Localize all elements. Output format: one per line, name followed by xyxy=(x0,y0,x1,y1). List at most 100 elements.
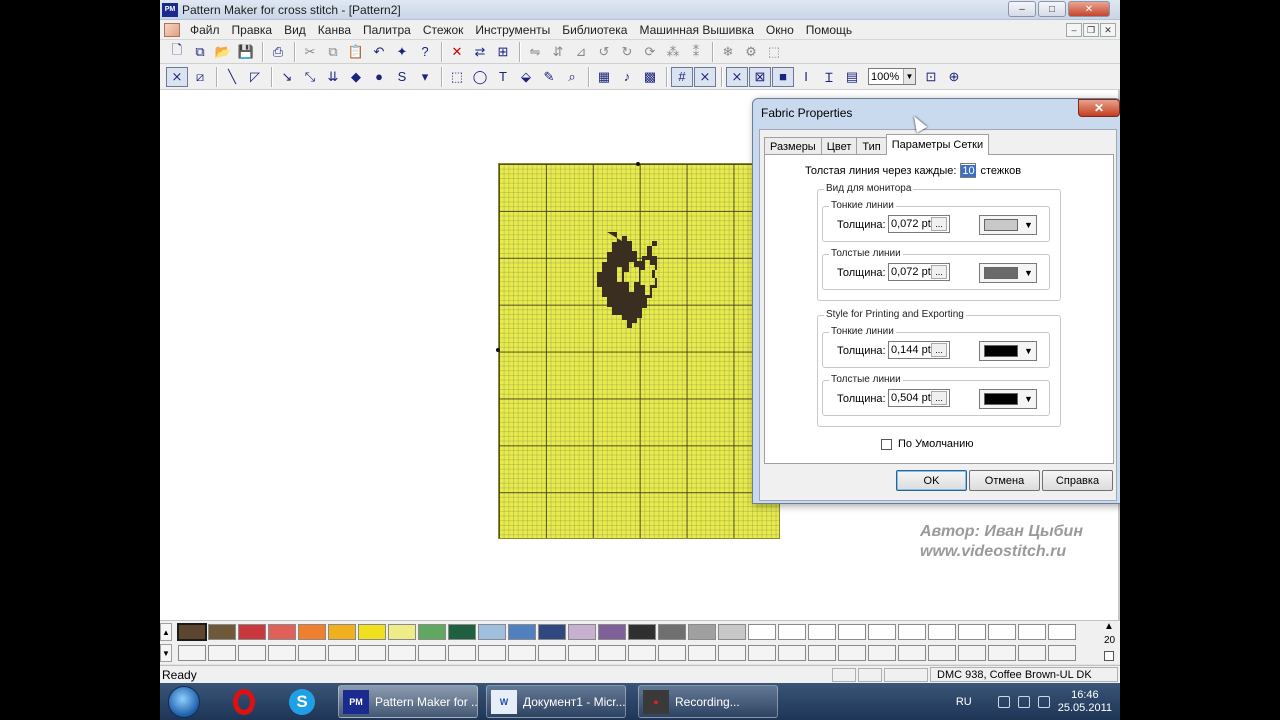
palette-swatch[interactable] xyxy=(748,624,776,640)
palette-swatch[interactable] xyxy=(1048,624,1076,640)
palette-empty-slot[interactable] xyxy=(568,645,596,661)
palette-empty-slot[interactable] xyxy=(958,645,986,661)
palette-empty-slot[interactable] xyxy=(1018,645,1046,661)
s-stitch-icon[interactable]: S xyxy=(391,67,413,87)
fabric-canvas[interactable] xyxy=(498,163,780,539)
palette-empty-slot[interactable] xyxy=(508,645,536,661)
select-rect-icon[interactable]: ⬚ xyxy=(446,67,468,87)
half-stitch-icon[interactable]: ╲ xyxy=(221,67,243,87)
monitor-thin-thickness-input[interactable]: 0,072 pt... xyxy=(888,215,950,233)
cursor-text-2-icon[interactable]: Ɪ xyxy=(818,67,840,87)
palette-swatch[interactable] xyxy=(358,624,386,640)
bead-icon[interactable]: ◆ xyxy=(345,67,367,87)
ellipsis-button[interactable]: ... xyxy=(931,217,947,231)
show-full-stitch-icon[interactable]: ⨯ xyxy=(726,66,748,87)
special-stitch-icon[interactable]: ● xyxy=(368,67,390,87)
three-quarter-stitch-icon[interactable]: ⧄ xyxy=(189,67,211,87)
palette-swatch[interactable] xyxy=(988,624,1016,640)
close-button[interactable]: ✕ xyxy=(1068,1,1110,17)
palette-empty-slot[interactable] xyxy=(928,645,956,661)
document-icon[interactable] xyxy=(164,22,180,37)
print-thick-color-picker[interactable]: ▼ xyxy=(979,389,1037,409)
resize-icon[interactable]: ⊞ xyxy=(492,42,514,62)
palette-empty-slot[interactable] xyxy=(448,645,476,661)
flip-vertical-icon[interactable]: ⇵ xyxy=(547,42,569,62)
show-color-icon[interactable]: ■ xyxy=(772,66,794,87)
monitor-thin-color-picker[interactable]: ▼ xyxy=(979,215,1037,235)
palette-empty-slot[interactable] xyxy=(718,645,746,661)
mdi-close-button[interactable]: ✕ xyxy=(1100,23,1116,37)
palette-empty-slot[interactable] xyxy=(808,645,836,661)
palette-empty-slot[interactable] xyxy=(328,645,356,661)
palette-empty-slot[interactable] xyxy=(838,645,866,661)
palette-checkbox[interactable] xyxy=(1104,651,1114,661)
fit-window-icon[interactable]: ⊡ xyxy=(920,67,942,87)
menu-fabric[interactable]: Канва xyxy=(312,23,357,37)
replace-color-icon[interactable]: ⇄ xyxy=(469,42,491,62)
palette-empty-slot[interactable] xyxy=(898,645,926,661)
palette-empty-slot[interactable] xyxy=(688,645,716,661)
palette-empty-slot[interactable] xyxy=(388,645,416,661)
palette-up-icon[interactable]: ▲ xyxy=(1104,621,1120,635)
palette-swatch[interactable] xyxy=(508,624,536,640)
paste-icon[interactable]: 📋 xyxy=(345,42,367,62)
show-symbol-icon[interactable]: ⊠ xyxy=(749,66,771,87)
cut-icon[interactable]: ✂ xyxy=(299,42,321,62)
palette-swatch[interactable] xyxy=(898,624,926,640)
palette-empty-slot[interactable] xyxy=(628,645,656,661)
menu-library[interactable]: Библиотека xyxy=(556,23,633,37)
mdi-minimize-button[interactable]: – xyxy=(1066,23,1082,37)
eyedropper-icon[interactable]: ✎ xyxy=(538,67,560,87)
minimize-button[interactable]: – xyxy=(1008,1,1036,17)
monitor-thick-color-picker[interactable]: ▼ xyxy=(979,263,1037,283)
mdi-restore-button[interactable]: ❐ xyxy=(1083,23,1099,37)
backstitch-icon[interactable]: ↘ xyxy=(276,67,298,87)
palette-empty-slot[interactable] xyxy=(658,645,686,661)
palette-empty-slot[interactable] xyxy=(748,645,776,661)
skype-pin[interactable]: S xyxy=(278,687,326,717)
ellipsis-button[interactable]: ... xyxy=(931,343,947,357)
palette-swatch[interactable] xyxy=(538,624,566,640)
pattern-view-icon[interactable]: ▩ xyxy=(639,67,661,87)
menu-palette[interactable]: Палитра xyxy=(357,23,417,37)
thick-every-input[interactable]: 10 xyxy=(960,163,977,178)
menu-view[interactable]: Вид xyxy=(278,23,312,37)
delete-icon[interactable]: ✕ xyxy=(446,42,468,62)
palette-scroll-down-icon[interactable]: ▼ xyxy=(160,644,172,662)
chevron-down-icon[interactable]: ▼ xyxy=(903,69,915,84)
palette-swatch[interactable] xyxy=(328,624,356,640)
pattern-icon[interactable]: ⚙ xyxy=(740,42,762,62)
palette-swatch[interactable] xyxy=(568,624,596,640)
snowflake-icon[interactable]: ❄ xyxy=(717,42,739,62)
palette-icon[interactable]: ▦ xyxy=(593,67,615,87)
flip-horizontal-icon[interactable]: ⇋ xyxy=(524,42,546,62)
monitor-thick-thickness-input[interactable]: 0,072 pt... xyxy=(888,263,950,281)
palette-empty-slot[interactable] xyxy=(538,645,566,661)
palette-swatch[interactable] xyxy=(388,624,416,640)
palette-scroll-up-icon[interactable]: ▲ xyxy=(160,623,172,641)
palette-swatch[interactable] xyxy=(688,624,716,640)
menu-stitch[interactable]: Стежок xyxy=(417,23,470,37)
dropdown-icon[interactable]: ▾ xyxy=(414,67,436,87)
copy-icon[interactable]: ⧉ xyxy=(322,42,344,62)
grid-icon[interactable]: # xyxy=(671,66,693,87)
menu-window[interactable]: Окно xyxy=(760,23,800,37)
default-checkbox[interactable] xyxy=(881,438,892,450)
palette-swatch[interactable] xyxy=(958,624,986,640)
print-thin-thickness-input[interactable]: 0,144 pt... xyxy=(888,341,950,359)
palette-swatch[interactable] xyxy=(778,624,806,640)
palette-swatch[interactable] xyxy=(1018,624,1046,640)
language-indicator[interactable]: RU xyxy=(956,696,972,708)
menu-tools[interactable]: Инструменты xyxy=(469,23,556,37)
details-icon[interactable]: ▤ xyxy=(841,67,863,87)
palette-swatch[interactable] xyxy=(448,624,476,640)
palette-empty-slot[interactable] xyxy=(238,645,266,661)
effect-2-icon[interactable]: ⁑ xyxy=(685,42,707,62)
undo-icon[interactable]: ↶ xyxy=(368,42,390,62)
palette-empty-slot[interactable] xyxy=(178,645,206,661)
mirror-icon[interactable]: ⊿ xyxy=(570,42,592,62)
quarter-stitch-icon[interactable]: ◸ xyxy=(244,67,266,87)
rotate-right-icon[interactable]: ↻ xyxy=(616,42,638,62)
palette-empty-slot[interactable] xyxy=(988,645,1016,661)
palette-empty-slot[interactable] xyxy=(418,645,446,661)
